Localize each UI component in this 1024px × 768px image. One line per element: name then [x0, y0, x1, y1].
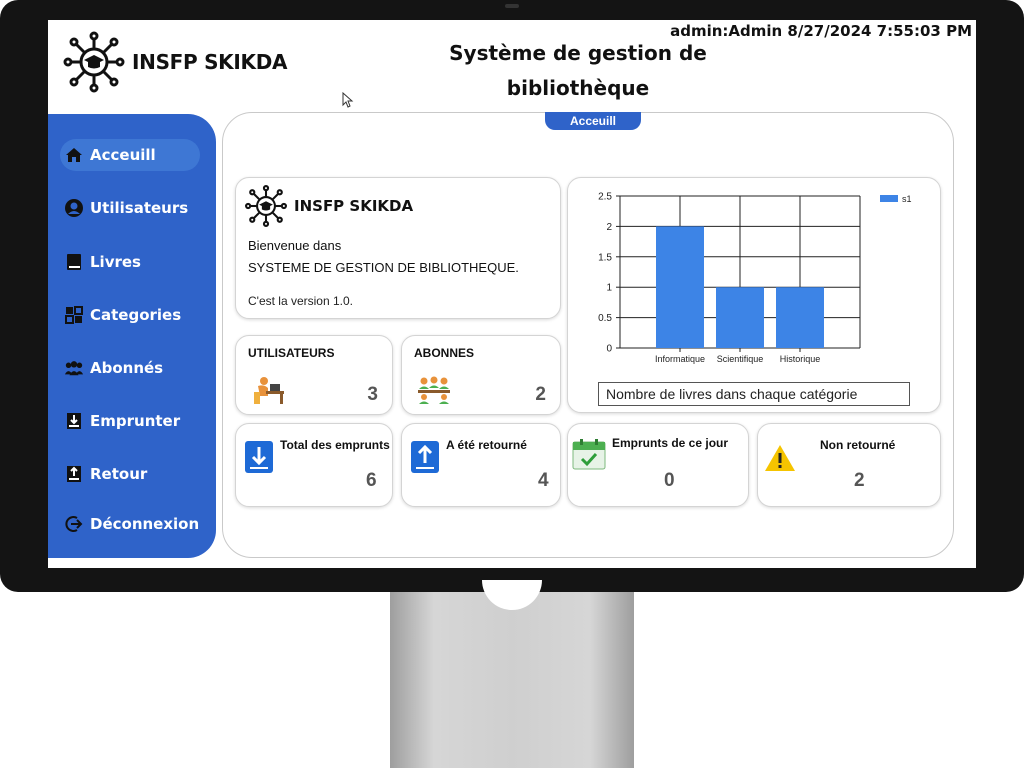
sidebar-item-acceuill[interactable]: Acceuill — [60, 139, 200, 171]
grid-icon — [64, 305, 84, 325]
sidebar-item-label: Déconnexion — [90, 515, 200, 533]
tab-acceuill[interactable]: Acceuill — [545, 112, 641, 130]
warning-icon — [765, 445, 795, 471]
legend-swatch — [880, 195, 898, 202]
download-book-icon — [245, 441, 273, 473]
welcome-line2: SYSTEME DE GESTION DE BIBLIOTHEQUE. — [248, 260, 519, 275]
main-panel: Acceuill INSFP SKIKDA Bienvenue dans SYS… — [222, 112, 954, 558]
welcome-card: INSFP SKIKDA Bienvenue dans SYSTEME DE G… — [235, 177, 561, 319]
app-window: INSFP SKIKDA Système de gestion de bibli… — [48, 20, 976, 568]
group-people-icon — [418, 376, 450, 404]
chart-card: 0 0.5 1 1.5 2 2.5 Informatique Scientifique Hist… — [567, 177, 941, 413]
x-tick-label: Scientifique — [717, 354, 764, 364]
y-tick-label: 0 — [606, 344, 612, 355]
version-text: C'est la version 1.0. — [248, 294, 354, 308]
session-info: admin:Admin 8/27/2024 7:55:03 PM — [670, 22, 972, 40]
logo-title: INSFP SKIKDA — [132, 50, 288, 74]
x-tick-label: Historique — [780, 354, 821, 364]
app-title: Système de gestion de bibliothèque — [408, 36, 748, 106]
app-title-line2: bibliothèque — [506, 76, 650, 100]
card-retourne[interactable]: A été retourné 4 — [401, 423, 561, 507]
bar — [716, 287, 764, 348]
y-tick-label: 0.5 — [598, 313, 612, 324]
app-logo: INSFP SKIKDA — [62, 30, 288, 94]
card-emprunts-jour[interactable]: Emprunts de ce jour 0 — [567, 423, 749, 507]
card-total-emprunts[interactable]: Total des emprunts 6 — [235, 423, 393, 507]
graduation-logo-icon — [245, 185, 287, 227]
stat-card-abonnes[interactable]: ABONNES 2 — [401, 335, 561, 415]
card-non-retourne[interactable]: Non retourné 2 — [757, 423, 941, 507]
user-at-desk-icon — [254, 377, 284, 404]
y-tick-label: 2 — [606, 222, 612, 233]
sidebar-item-categories[interactable]: Categories — [60, 299, 200, 331]
mouse-cursor-icon — [342, 92, 354, 108]
y-tick-label: 1.5 — [598, 252, 612, 263]
sidebar-item-label: Retour — [90, 465, 148, 483]
stat-card-utilisateurs[interactable]: UTILISATEURS 3 — [235, 335, 393, 415]
app-title-line1: Système de gestion de — [449, 41, 707, 65]
y-tick-label: 2.5 — [598, 192, 612, 203]
card-label: Emprunts de ce jour — [612, 436, 729, 450]
bar — [656, 226, 704, 348]
monitor-stand — [390, 592, 634, 768]
chart-caption: Nombre de livres dans chaque catégorie — [598, 382, 910, 406]
sidebar-item-emprunter[interactable]: Emprunter — [60, 405, 200, 437]
sidebar-item-deconnexion[interactable]: Déconnexion — [60, 508, 200, 540]
upload-book-icon — [411, 441, 439, 473]
sidebar-item-label: Categories — [90, 306, 182, 324]
y-tick-label: 1 — [606, 283, 612, 294]
sidebar-item-label: Livres — [90, 253, 141, 271]
legend-label: s1 — [902, 194, 912, 204]
stat-label: ABONNES — [414, 346, 475, 360]
borrow-icon — [64, 411, 84, 431]
sidebar-item-abonnes[interactable]: Abonnés — [60, 352, 200, 384]
webcam — [505, 4, 519, 8]
stat-label: UTILISATEURS — [248, 346, 335, 360]
welcome-logo-title: INSFP SKIKDA — [294, 197, 414, 215]
welcome-logo: INSFP SKIKDA — [244, 184, 413, 228]
group-icon — [64, 358, 84, 378]
desktop: INSFP SKIKDA Système de gestion de bibli… — [0, 0, 1024, 768]
sidebar-item-label: Acceuill — [90, 146, 156, 164]
logout-icon — [64, 514, 84, 534]
card-label: A été retourné — [446, 438, 527, 452]
user-icon — [64, 198, 84, 218]
book-icon — [64, 252, 84, 272]
sidebar-item-livres[interactable]: Livres — [60, 246, 200, 278]
card-label: Total des emprunts — [280, 438, 390, 452]
sidebar-item-retour[interactable]: Retour — [60, 458, 200, 490]
calendar-check-icon — [572, 439, 606, 470]
card-value: 0 — [664, 470, 675, 491]
sidebar: Acceuill Utilisateurs Livres Categories — [48, 114, 216, 558]
sidebar-item-label: Utilisateurs — [90, 199, 189, 217]
graduation-logo-icon — [63, 31, 125, 93]
bar-chart: 0 0.5 1 1.5 2 2.5 Informatique Scientifique Hist… — [598, 192, 912, 365]
sidebar-item-label: Emprunter — [90, 412, 181, 430]
stat-value: 2 — [535, 384, 546, 405]
card-value: 4 — [538, 470, 549, 491]
sidebar-item-label: Abonnés — [90, 359, 164, 377]
return-icon — [64, 464, 84, 484]
home-icon — [64, 145, 84, 165]
bar — [776, 287, 824, 348]
card-label: Non retourné — [820, 438, 896, 452]
x-tick-label: Informatique — [655, 354, 705, 364]
card-value: 6 — [366, 470, 377, 491]
stat-value: 3 — [367, 384, 378, 405]
welcome-line1: Bienvenue dans — [248, 238, 342, 253]
card-value: 2 — [854, 470, 865, 491]
sidebar-item-utilisateurs[interactable]: Utilisateurs — [60, 192, 200, 224]
